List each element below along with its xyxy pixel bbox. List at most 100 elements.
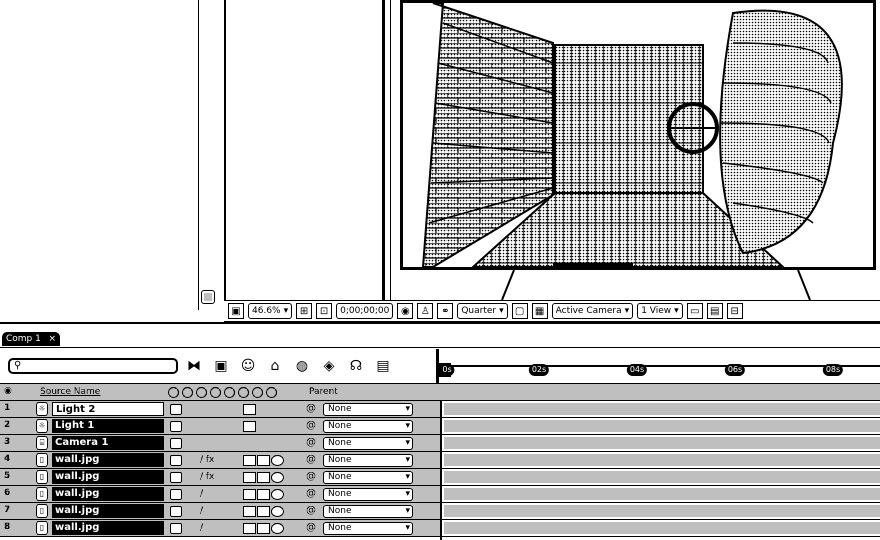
parent-dropdown[interactable]: None <box>323 471 413 484</box>
parent-pickwhip-icon[interactable]: @ <box>306 522 320 533</box>
channels-icon[interactable]: ⚭ <box>437 303 454 319</box>
tab-comp-1[interactable]: Comp 1 × <box>2 332 60 346</box>
auto-keyframe-icon[interactable]: ▤ <box>372 355 394 377</box>
parent-pickwhip-icon[interactable]: @ <box>306 437 320 448</box>
3d-layer-switch[interactable] <box>271 472 284 483</box>
3d-layer-switch[interactable] <box>271 506 284 517</box>
effects-switch[interactable]: / <box>200 506 230 517</box>
effects-switch[interactable] <box>200 438 230 449</box>
layer-name[interactable]: Light 2 <box>52 402 164 416</box>
parent-dropdown[interactable]: None <box>323 403 413 416</box>
transparency-grid-icon[interactable]: ▦ <box>531 303 548 319</box>
shy-switch[interactable] <box>170 421 182 432</box>
timeline-icon[interactable]: ▤ <box>706 303 723 319</box>
motion-blur-switch[interactable] <box>257 523 270 534</box>
parent-dropdown[interactable]: None <box>323 420 413 433</box>
parent-pickwhip-icon[interactable]: @ <box>306 505 320 516</box>
frame-blend-switch-icon[interactable] <box>224 386 235 398</box>
shy-icon[interactable]: ☺ <box>237 355 259 377</box>
layer-track[interactable] <box>442 503 880 520</box>
shy-switch[interactable] <box>170 472 182 483</box>
layer-track[interactable] <box>442 452 880 469</box>
layer-track[interactable] <box>442 520 880 537</box>
timecode-button[interactable]: 0;00;00;00 <box>336 303 394 319</box>
parent-dropdown[interactable]: None <box>323 505 413 518</box>
comp-mini-flowchart-icon[interactable]: ⧓ <box>183 355 205 377</box>
layer-name[interactable]: wall.jpg <box>52 521 164 535</box>
fast-previews-icon[interactable]: ▭ <box>686 303 703 319</box>
graph-editor-icon[interactable]: ☊ <box>345 355 367 377</box>
views-dropdown[interactable]: 1 View <box>637 303 683 319</box>
layer-row[interactable]: 4 ▯ wall.jpg / fx @ None <box>0 452 440 469</box>
snapshot-icon[interactable]: ◉ <box>397 303 414 319</box>
motion-blur-switch[interactable] <box>257 472 270 483</box>
frame-blend-switch[interactable] <box>243 455 256 466</box>
close-icon[interactable]: × <box>48 334 56 344</box>
collapse-switch-icon[interactable] <box>182 386 193 398</box>
layer-duration-bar[interactable] <box>444 420 880 432</box>
layer-track[interactable] <box>442 469 880 486</box>
3d-layer-switch[interactable] <box>271 523 284 534</box>
layer-name[interactable]: Camera 1 <box>52 436 164 450</box>
frame-blend-switch[interactable] <box>243 506 256 517</box>
3d-layer-switch[interactable] <box>271 455 284 466</box>
3d-layer-switch-icon[interactable] <box>266 386 277 398</box>
shy-switch[interactable] <box>170 404 182 415</box>
parent-column[interactable]: Parent <box>306 386 406 398</box>
grid-icon[interactable]: ⊞ <box>296 303 313 319</box>
always-preview-icon[interactable]: ▣ <box>228 303 244 319</box>
effects-switch[interactable]: / <box>200 489 230 500</box>
frame-blend-switch[interactable] <box>243 489 256 500</box>
layer-name[interactable]: wall.jpg <box>52 470 164 484</box>
quality-switch-icon[interactable] <box>196 386 207 398</box>
layer-name[interactable]: Light 1 <box>52 419 164 433</box>
project-scrollbar[interactable] <box>198 0 218 310</box>
layer-duration-bar[interactable] <box>444 437 880 449</box>
parent-dropdown[interactable]: None <box>323 488 413 501</box>
shy-switch-icon[interactable] <box>168 386 179 398</box>
parent-dropdown[interactable]: None <box>323 437 413 450</box>
frame-blend-switch[interactable] <box>243 523 256 534</box>
effects-switch[interactable]: / <box>200 523 230 534</box>
layer-row[interactable]: 8 ▯ wall.jpg / @ None <box>0 520 440 537</box>
camera-view-dropdown[interactable]: Active Camera <box>551 303 634 319</box>
parent-pickwhip-icon[interactable]: @ <box>306 471 320 482</box>
layer-track[interactable] <box>442 435 880 452</box>
3d-layer-switch[interactable] <box>243 421 256 432</box>
layer-duration-bar[interactable] <box>444 488 880 500</box>
flowchart-icon[interactable]: ⊟ <box>726 303 743 319</box>
3d-layer-switch[interactable] <box>271 489 284 500</box>
effects-switch[interactable]: / fx <box>200 455 230 466</box>
brainstorm-icon[interactable]: ◈ <box>318 355 340 377</box>
parent-dropdown[interactable]: None <box>323 522 413 535</box>
effects-switch[interactable]: / fx <box>200 472 230 483</box>
parent-pickwhip-icon[interactable]: @ <box>306 454 320 465</box>
shy-switch[interactable] <box>170 506 182 517</box>
3d-layer-switch[interactable] <box>243 404 256 415</box>
layer-track[interactable] <box>442 486 880 503</box>
effects-switch[interactable] <box>200 421 230 432</box>
frame-blending-icon[interactable]: ⌂ <box>264 355 286 377</box>
layer-name[interactable]: wall.jpg <box>52 504 164 518</box>
shy-switch[interactable] <box>170 523 182 534</box>
work-area-bar[interactable] <box>436 383 880 401</box>
show-snapshot-icon[interactable]: ♙ <box>417 303 434 319</box>
parent-pickwhip-icon[interactable]: @ <box>306 420 320 431</box>
safe-margins-icon[interactable]: ⊡ <box>316 303 333 319</box>
layer-duration-bar[interactable] <box>444 403 880 415</box>
parent-pickwhip-icon[interactable]: @ <box>306 488 320 499</box>
layer-row[interactable]: 7 ▯ wall.jpg / @ None <box>0 503 440 520</box>
layer-row[interactable]: 1 ☼ Light 2 @ None <box>0 401 440 418</box>
layer-duration-bar[interactable] <box>444 505 880 517</box>
frame-blend-switch[interactable] <box>243 472 256 483</box>
motion-blur-switch[interactable] <box>257 506 270 517</box>
search-input[interactable] <box>28 360 173 372</box>
shy-switch[interactable] <box>170 489 182 500</box>
source-name-column[interactable]: Source Name <box>36 386 162 398</box>
timeline-search-field[interactable]: ⚲ <box>8 358 178 374</box>
layer-row[interactable]: 2 ☼ Light 1 @ None <box>0 418 440 435</box>
motion-blur-switch[interactable] <box>257 455 270 466</box>
layer-row[interactable]: 3 ⌸ Camera 1 @ None <box>0 435 440 452</box>
parent-pickwhip-icon[interactable]: @ <box>306 403 320 414</box>
effects-switch[interactable] <box>200 404 230 415</box>
